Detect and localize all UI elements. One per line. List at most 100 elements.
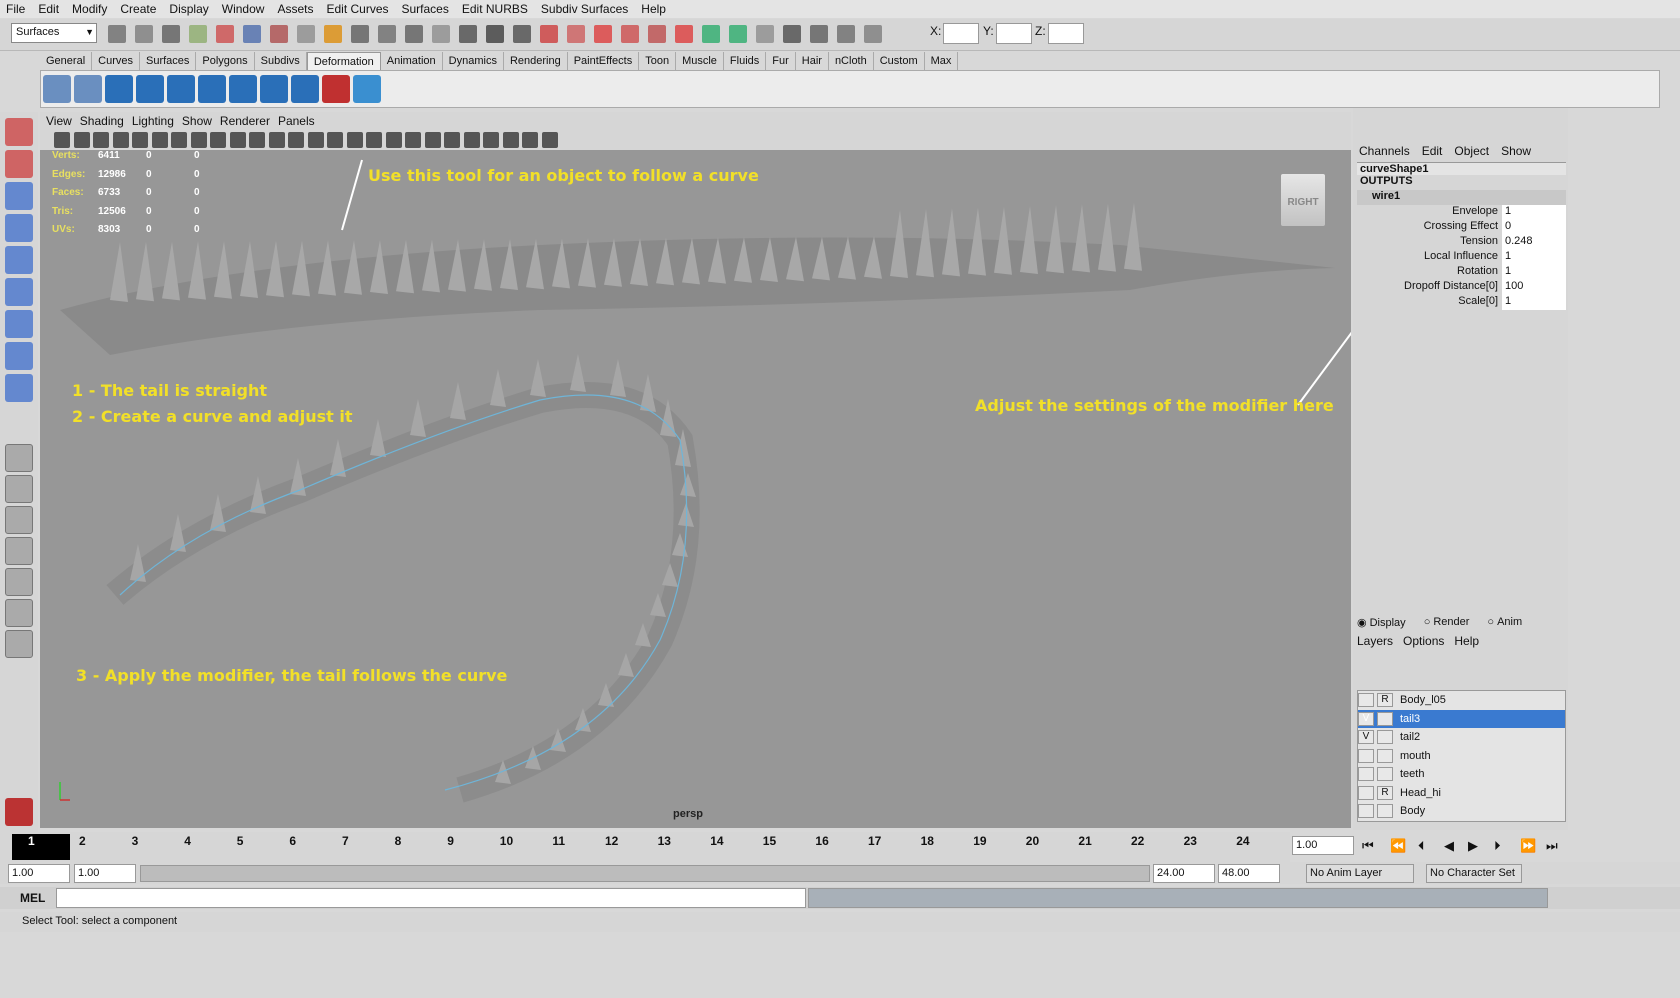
- toolbar-tool-icon[interactable]: [675, 25, 693, 43]
- deformer-tool-icon[interactable]: [167, 75, 195, 103]
- step-forward-icon[interactable]: ⏩: [1520, 838, 1536, 854]
- channel-attr-value[interactable]: 0: [1502, 220, 1566, 235]
- menu-window[interactable]: Window: [222, 2, 265, 16]
- toolbar-tool-icon[interactable]: [621, 25, 639, 43]
- channel-attr-row[interactable]: Scale[0] 1: [1357, 295, 1566, 310]
- panel-tool-icon[interactable]: [210, 132, 226, 148]
- toolbar-tool-icon[interactable]: [459, 25, 477, 43]
- panel-tool-icon[interactable]: [268, 132, 285, 148]
- tab-curves[interactable]: Curves: [92, 52, 140, 70]
- panel-menu-view[interactable]: View: [46, 114, 72, 128]
- layer-render-toggle[interactable]: [1377, 711, 1393, 726]
- tab-max[interactable]: Max: [925, 52, 959, 70]
- panel-tool-icon[interactable]: [93, 132, 109, 148]
- tab-general[interactable]: General: [40, 52, 93, 70]
- toolbar-tool-icon[interactable]: [567, 25, 585, 43]
- mel-input[interactable]: [56, 888, 806, 908]
- layout-icon[interactable]: [5, 475, 33, 503]
- channel-attr-row[interactable]: Rotation 1: [1357, 265, 1566, 280]
- toolbar-tool-icon[interactable]: [216, 25, 234, 43]
- tab-rendering[interactable]: Rendering: [504, 52, 568, 70]
- tab-painteffects[interactable]: PaintEffects: [568, 52, 640, 70]
- tab-polygons[interactable]: Polygons: [196, 52, 255, 70]
- toolbar-tool-icon[interactable]: [864, 25, 882, 43]
- layer-row[interactable]: mouth: [1358, 747, 1565, 766]
- layout-icon[interactable]: [5, 537, 33, 565]
- tab-animation[interactable]: Animation: [381, 52, 443, 70]
- time-slider[interactable]: 1 2 3 4 5 6 7 8 9 10 11 12 13 14 15 16 17 18 19 20 21 22 23 24: [0, 832, 1290, 862]
- layer-render-toggle[interactable]: [1377, 748, 1393, 763]
- layer-visibility-toggle[interactable]: V: [1358, 730, 1374, 745]
- layer-render-toggle[interactable]: R: [1377, 785, 1393, 800]
- panel-tool-icon[interactable]: [288, 132, 304, 148]
- panel-tool-icon[interactable]: [424, 132, 441, 148]
- panel-tool-icon[interactable]: [541, 132, 558, 148]
- next-key-icon[interactable]: ⏵: [1494, 838, 1501, 854]
- tool-icon[interactable]: [5, 182, 33, 210]
- tool-icon[interactable]: [5, 310, 33, 338]
- panel-tool-icon[interactable]: [463, 132, 480, 148]
- menu-surfaces[interactable]: Surfaces: [402, 2, 449, 16]
- character-set-dropdown[interactable]: No Character Set: [1426, 864, 1522, 883]
- current-frame-field[interactable]: 1.00: [1292, 836, 1354, 855]
- end-time-field[interactable]: 48.00: [1218, 864, 1280, 883]
- tool-icon[interactable]: [5, 278, 33, 306]
- panel-tool-icon[interactable]: [346, 132, 363, 148]
- menu-subdiv-surfaces[interactable]: Subdiv Surfaces: [541, 2, 628, 16]
- tool-icon[interactable]: [5, 342, 33, 370]
- toolbar-tool-icon[interactable]: [162, 25, 180, 43]
- toolbar-tool-icon[interactable]: [486, 25, 504, 43]
- play-forward-icon[interactable]: ▶: [1468, 838, 1478, 854]
- z-field[interactable]: [1048, 23, 1084, 44]
- tab-fur[interactable]: Fur: [766, 52, 796, 70]
- toolbar-tool-icon[interactable]: [729, 25, 747, 43]
- tab-subdivs[interactable]: Subdivs: [255, 52, 307, 70]
- panel-tool-icon[interactable]: [190, 132, 207, 148]
- prev-key-icon[interactable]: ⏴: [1418, 838, 1425, 854]
- channel-attr-value[interactable]: 1: [1502, 265, 1566, 280]
- toolbar-tool-icon[interactable]: [243, 25, 261, 43]
- layer-render-toggle[interactable]: [1377, 804, 1393, 819]
- panel-tool-icon[interactable]: [366, 132, 382, 148]
- deformer-tool-icon[interactable]: [353, 75, 381, 103]
- menu-edit[interactable]: Edit: [38, 2, 59, 16]
- tab-custom[interactable]: Custom: [874, 52, 925, 70]
- toolbar-tool-icon[interactable]: [297, 25, 315, 43]
- panel-menu-show[interactable]: Show: [182, 114, 212, 128]
- tab-deformation[interactable]: Deformation: [306, 52, 381, 70]
- layer-row[interactable]: R Head_hi: [1358, 784, 1565, 803]
- anim-layer-dropdown[interactable]: No Anim Layer: [1306, 864, 1414, 883]
- playback-start-field[interactable]: 1.00: [74, 864, 136, 883]
- panel-tool-icon[interactable]: [327, 132, 343, 148]
- viewport-persp[interactable]: Verts: 6411 0 0 Edges: 12986 0 0 Faces: 6733 0 0 Tri…: [40, 150, 1351, 828]
- tab-fluids[interactable]: Fluids: [724, 52, 767, 70]
- panel-menu-shading[interactable]: Shading: [80, 114, 124, 128]
- deformer-tool-icon[interactable]: [74, 75, 102, 103]
- go-end-icon[interactable]: ⏭: [1546, 838, 1558, 854]
- toolbar-tool-icon[interactable]: [756, 25, 774, 43]
- deformer-tool-icon[interactable]: [136, 75, 164, 103]
- toolbar-tool-icon[interactable]: [135, 25, 153, 43]
- tool-icon[interactable]: [5, 246, 33, 274]
- tool-icon[interactable]: [5, 214, 33, 242]
- layer-menu-layers[interactable]: Layers: [1357, 634, 1393, 654]
- layer-row[interactable]: Body: [1358, 802, 1565, 821]
- range-slider[interactable]: [140, 865, 1150, 882]
- layer-row[interactable]: R Body_l05: [1358, 691, 1565, 710]
- toolbar-tool-icon[interactable]: [270, 25, 288, 43]
- tool-icon[interactable]: [5, 118, 33, 146]
- layout-icon[interactable]: [5, 630, 33, 658]
- menu-edit-nurbs[interactable]: Edit NURBS: [462, 2, 528, 16]
- layout-icon[interactable]: [5, 444, 33, 472]
- shape-node-name[interactable]: curveShape1: [1357, 162, 1566, 175]
- play-back-icon[interactable]: ◀: [1444, 838, 1454, 854]
- toolbar-tool-icon[interactable]: [378, 25, 396, 43]
- toolbar-tool-icon[interactable]: [648, 25, 666, 43]
- toolbar-tool-icon[interactable]: [351, 25, 369, 43]
- panel-tool-icon[interactable]: [483, 132, 499, 148]
- channel-attr-value[interactable]: 1: [1502, 205, 1566, 220]
- layer-mode-anim[interactable]: ○ Anim: [1487, 616, 1522, 634]
- menu-assets[interactable]: Assets: [277, 2, 313, 16]
- playback-end-field[interactable]: 24.00: [1153, 864, 1215, 883]
- layer-render-toggle[interactable]: R: [1377, 693, 1393, 708]
